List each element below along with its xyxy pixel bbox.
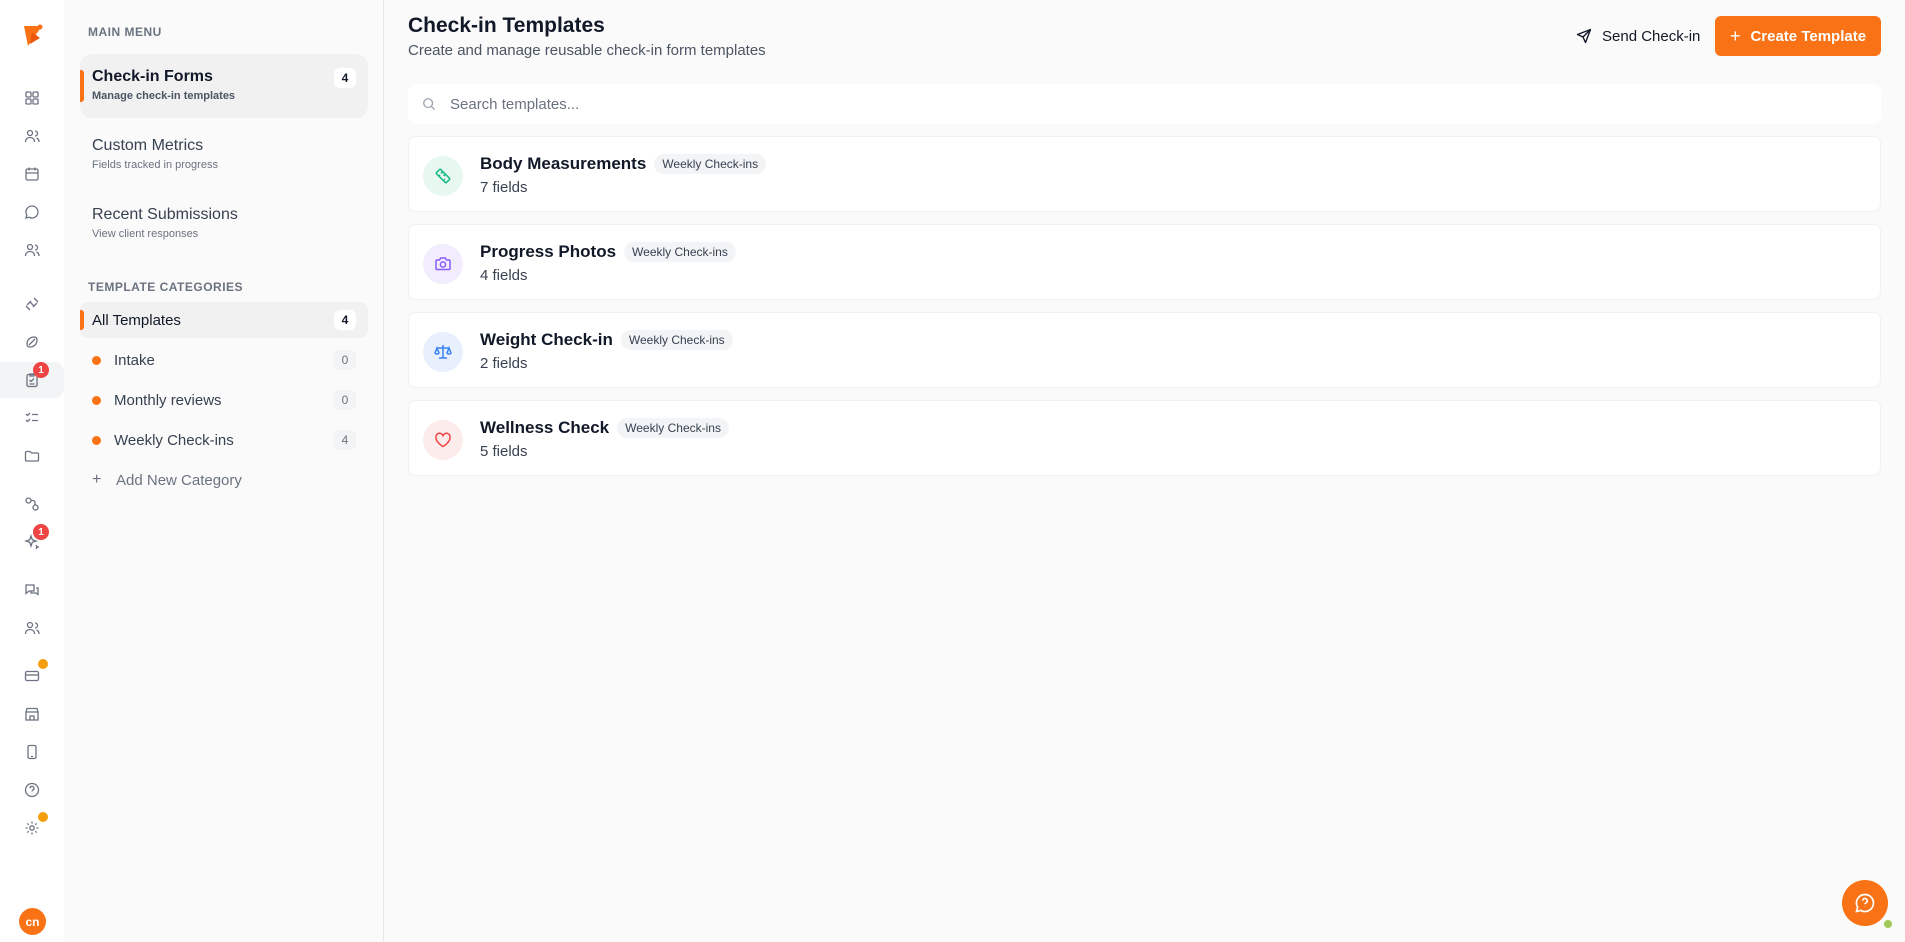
plus-icon: +: [1729, 25, 1741, 46]
category-intake[interactable]: Intake 0: [80, 342, 368, 378]
menu-item-subtitle: Fields tracked in progress: [92, 159, 218, 171]
calendar-icon[interactable]: [20, 162, 44, 186]
menu-item-title: Recent Submissions: [92, 206, 238, 223]
template-name: Weight Check-in: [480, 330, 613, 349]
help-icon[interactable]: [20, 778, 44, 802]
search-icon: [423, 98, 436, 111]
menu-item-subtitle: Manage check-in templates: [92, 90, 236, 102]
category-all-templates[interactable]: All Templates 4: [80, 302, 368, 338]
template-category-tag: Weekly Check-ins: [620, 330, 733, 350]
category-count: 4: [334, 310, 356, 330]
template-field-count: 7 fields: [480, 179, 528, 196]
secondary-sidebar: MAIN MENU Check-in Forms Manage check-in…: [64, 0, 384, 942]
template-card-weight-checkin[interactable]: Weight Check-in Weekly Check-ins 2 field…: [408, 312, 1881, 388]
send-checkin-label: Send Check-in: [1602, 27, 1701, 45]
category-count: 0: [334, 350, 356, 370]
template-name: Wellness Check: [480, 418, 610, 437]
scale-icon: [423, 332, 463, 372]
groups-icon[interactable]: [20, 616, 44, 640]
support-chat-button[interactable]: [1842, 880, 1888, 926]
heart-icon: [423, 420, 463, 460]
chat-icon[interactable]: [20, 200, 44, 224]
search-bar: [408, 84, 1881, 124]
add-category-label: Add New Category: [116, 471, 242, 489]
send-icon: [1576, 28, 1592, 44]
template-categories-label: TEMPLATE CATEGORIES: [88, 280, 244, 294]
avatar[interactable]: cn: [19, 908, 46, 935]
category-dot: [92, 355, 101, 365]
template-card-progress-photos[interactable]: Progress Photos Weekly Check-ins 4 field…: [408, 224, 1881, 300]
online-status-dot: [1884, 920, 1892, 928]
menu-item-recent-submissions[interactable]: Recent Submissions View client responses: [80, 192, 368, 256]
menu-item-count: 4: [334, 68, 356, 88]
category-dot: [92, 395, 101, 405]
page-title: Check-in Templates: [408, 14, 605, 37]
icon-rail: 1 1 cn: [0, 0, 64, 942]
plus-icon: +: [92, 471, 102, 488]
folder-icon[interactable]: [20, 444, 44, 468]
category-label: Intake: [114, 351, 155, 369]
logo-icon[interactable]: [18, 22, 46, 50]
add-category-button[interactable]: + Add New Category: [92, 470, 242, 490]
send-checkin-button[interactable]: Send Check-in: [1564, 18, 1712, 54]
page-subtitle: Create and manage reusable check-in form…: [408, 42, 766, 59]
template-category-tag: Weekly Check-ins: [654, 154, 767, 174]
workout-icon[interactable]: [20, 292, 44, 316]
settings-dot: [38, 812, 48, 822]
checkin-badge: 1: [33, 362, 49, 378]
template-category-tag: Weekly Check-ins: [617, 418, 729, 438]
ruler-icon: [423, 156, 463, 196]
category-count: 0: [334, 390, 356, 410]
messages-icon[interactable]: [20, 578, 44, 602]
category-label: Monthly reviews: [114, 391, 222, 409]
tasks-icon[interactable]: [20, 406, 44, 430]
search-input[interactable]: [450, 95, 1850, 113]
menu-item-checkin-forms[interactable]: Check-in Forms Manage check-in templates…: [80, 54, 368, 118]
active-accent: [80, 310, 84, 330]
main-content: Check-in Templates Create and manage reu…: [384, 0, 1905, 942]
template-field-count: 2 fields: [480, 355, 528, 372]
dashboard-icon[interactable]: [20, 86, 44, 110]
camera-icon: [423, 244, 463, 284]
menu-item-title: Check-in Forms: [92, 68, 213, 85]
ai-badge: 1: [33, 524, 49, 540]
category-label: Weekly Check-ins: [114, 431, 234, 449]
team-icon[interactable]: [20, 238, 44, 262]
mobile-icon[interactable]: [20, 740, 44, 764]
create-template-label: Create Template: [1750, 27, 1867, 45]
category-monthly-reviews[interactable]: Monthly reviews 0: [80, 382, 368, 418]
billing-dot: [38, 659, 48, 669]
template-category-tag: Weekly Check-ins: [624, 242, 736, 262]
template-card-wellness-check[interactable]: Wellness Check Weekly Check-ins 5 fields: [408, 400, 1881, 476]
clients-icon[interactable]: [20, 124, 44, 148]
chat-help-icon: [1855, 893, 1875, 913]
category-label: All Templates: [92, 311, 181, 329]
nutrition-icon[interactable]: [20, 330, 44, 354]
menu-item-subtitle: View client responses: [92, 228, 199, 240]
category-dot: [92, 435, 101, 445]
template-name: Progress Photos: [480, 242, 617, 261]
store-icon[interactable]: [20, 702, 44, 726]
category-count: 4: [334, 430, 356, 450]
menu-item-title: Custom Metrics: [92, 137, 204, 154]
template-field-count: 4 fields: [480, 267, 528, 284]
template-name: Body Measurements: [480, 154, 647, 173]
menu-item-custom-metrics[interactable]: Custom Metrics Fields tracked in progres…: [80, 123, 368, 187]
template-field-count: 5 fields: [480, 443, 528, 460]
active-accent: [80, 70, 84, 102]
create-template-button[interactable]: + Create Template: [1715, 16, 1881, 56]
automation-icon[interactable]: [20, 492, 44, 516]
main-menu-label: MAIN MENU: [88, 25, 162, 39]
category-weekly-checkins[interactable]: Weekly Check-ins 4: [80, 422, 368, 458]
template-card-body-measurements[interactable]: Body Measurements Weekly Check-ins 7 fie…: [408, 136, 1881, 212]
